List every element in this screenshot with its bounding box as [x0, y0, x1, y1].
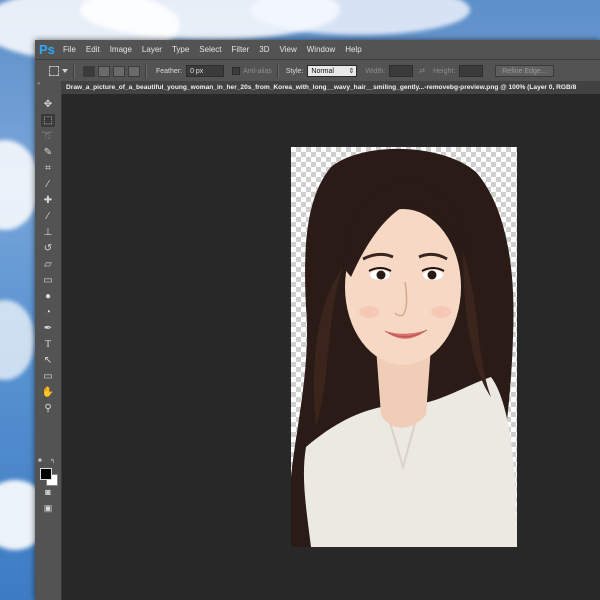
swap-colors-icon[interactable]: ↰ — [50, 458, 55, 465]
foreground-color-swatch[interactable] — [40, 468, 52, 480]
tool-preset-icon[interactable] — [49, 66, 59, 76]
tool-preset-chevron-down-icon[interactable] — [62, 69, 68, 73]
new-selection-button[interactable] — [83, 65, 95, 77]
photoshop-window: Ps File Edit Image Layer Type Select Fil… — [35, 40, 600, 600]
eraser-tool-icon[interactable]: ▱ — [41, 258, 55, 271]
path-select-tool-icon[interactable]: ↖ — [41, 354, 55, 367]
quick-mask-icon[interactable]: ◙ — [41, 486, 55, 499]
options-bar: Feather: 0 px Anti-alias Style: Normal W… — [35, 59, 600, 83]
menu-type[interactable]: Type — [172, 45, 189, 54]
divider — [73, 64, 75, 78]
lasso-tool-icon[interactable]: ➰ — [41, 130, 55, 143]
add-to-selection-button[interactable] — [98, 65, 110, 77]
pen-tool-icon[interactable]: ✒ — [41, 322, 55, 335]
gradient-tool-icon[interactable]: ▭ — [41, 274, 55, 287]
anti-alias-label: Anti-alias — [243, 67, 272, 75]
quick-select-tool-icon[interactable]: ✎ — [41, 146, 55, 159]
width-input[interactable] — [389, 65, 414, 77]
height-label: Height: — [433, 67, 456, 75]
crop-tool-icon[interactable]: ⌗ — [41, 162, 55, 175]
menu-window[interactable]: Window — [307, 45, 335, 54]
swap-dimensions-icon[interactable]: ⇄ — [419, 67, 425, 75]
photoshop-logo: Ps — [39, 41, 55, 57]
document-canvas[interactable] — [291, 147, 517, 547]
menu-help[interactable]: Help — [345, 45, 361, 54]
history-brush-tool-icon[interactable]: ↺ — [41, 242, 55, 255]
screen-mode-icon[interactable]: ▣ — [41, 502, 55, 515]
hand-tool-icon[interactable]: ✋ — [41, 386, 55, 399]
refine-edge-button[interactable]: Refine Edge... — [495, 65, 554, 77]
dodge-tool-icon[interactable]: ◔ — [41, 306, 55, 319]
menu-view[interactable]: View — [280, 45, 297, 54]
zoom-tool-icon[interactable]: ⚲ — [41, 402, 55, 415]
menu-edit[interactable]: Edit — [86, 45, 100, 54]
panel-collapse-icon[interactable]: » — [37, 81, 59, 87]
menu-image[interactable]: Image — [110, 45, 132, 54]
menu-layer[interactable]: Layer — [142, 45, 162, 54]
height-input[interactable] — [459, 65, 484, 77]
intersect-selection-button[interactable] — [128, 65, 140, 77]
menu-file[interactable]: File — [63, 45, 76, 54]
divider — [145, 64, 147, 78]
tools-panel: » ✥ ⬚ ➰ ✎ ⌗ ⁄ ✚ ⁄ ⊥ ↺ ▱ ▭ ● ◔ ✒ T ↖ ▭ ✋ … — [35, 81, 62, 600]
menu-select[interactable]: Select — [199, 45, 221, 54]
style-label: Style: — [285, 67, 304, 75]
anti-alias-checkbox[interactable] — [232, 67, 241, 75]
menu-3d[interactable]: 3D — [259, 45, 269, 54]
portrait-image — [291, 148, 517, 547]
divider — [276, 64, 279, 78]
brush-tool-icon[interactable]: ⁄ — [41, 210, 55, 223]
menu-filter[interactable]: Filter — [232, 45, 250, 54]
canvas-area[interactable] — [62, 94, 600, 600]
default-colors-icon[interactable]: ■ — [38, 458, 42, 464]
document-tab-bar: Draw_a_picture_of_a_beautiful_young_woma… — [61, 81, 600, 94]
eyedropper-tool-icon[interactable]: ⁄ — [41, 178, 55, 191]
marquee-tool-icon[interactable]: ⬚ — [41, 114, 55, 127]
move-tool-icon[interactable]: ✥ — [41, 98, 55, 111]
type-tool-icon[interactable]: T — [41, 338, 55, 351]
style-select[interactable]: Normal — [307, 65, 358, 78]
width-label: Width: — [365, 67, 386, 75]
feather-input[interactable]: 0 px — [186, 65, 225, 77]
shape-tool-icon[interactable]: ▭ — [41, 370, 55, 383]
document-tab[interactable]: Draw_a_picture_of_a_beautiful_young_woma… — [61, 81, 600, 94]
menu-bar: Ps File Edit Image Layer Type Select Fil… — [35, 40, 600, 59]
subtract-from-selection-button[interactable] — [113, 65, 125, 77]
clone-stamp-tool-icon[interactable]: ⊥ — [41, 226, 55, 239]
feather-label: Feather: — [156, 67, 183, 75]
healing-brush-tool-icon[interactable]: ✚ — [41, 194, 55, 207]
blur-tool-icon[interactable]: ● — [41, 290, 55, 303]
